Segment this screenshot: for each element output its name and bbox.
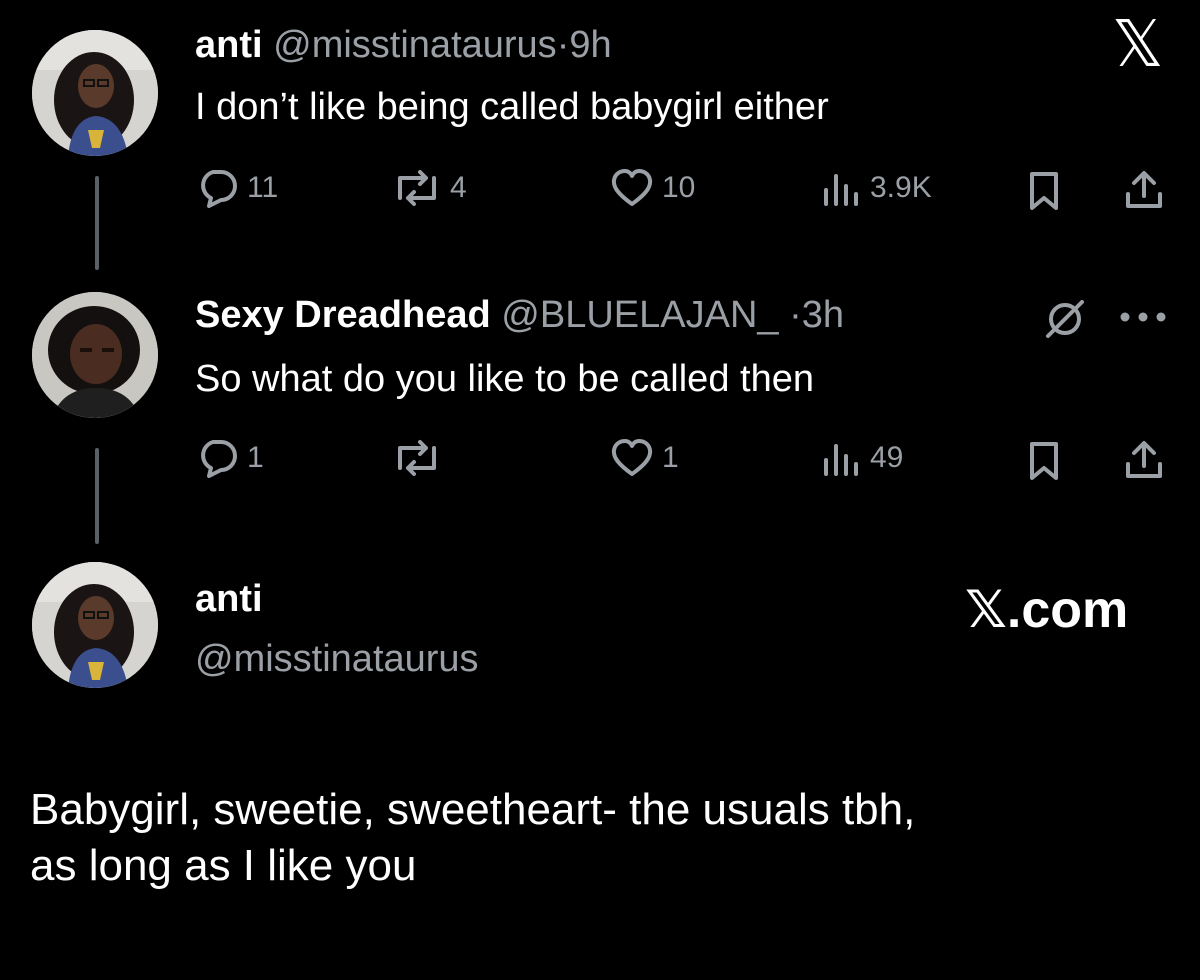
reply-count: 1 <box>247 441 264 474</box>
separator-dot: · <box>789 294 802 336</box>
reply-icon <box>201 440 237 478</box>
avatar-sexy-dreadhead[interactable] <box>32 292 158 418</box>
quote-text: Babygirl, sweetie, sweetheart- the usual… <box>30 782 1180 894</box>
author-name[interactable]: anti <box>195 578 263 621</box>
tweet-2-header: Sexy Dreadhead @BLUELAJAN_ ·3h <box>195 294 844 337</box>
grok-button[interactable] <box>1042 296 1088 342</box>
views-icon <box>824 444 858 476</box>
share-button[interactable] <box>1122 168 1166 212</box>
author-name[interactable]: anti <box>195 24 263 66</box>
brand-xcom: 𝕏.com <box>965 581 1129 639</box>
views-button[interactable]: 3.9K <box>818 168 932 208</box>
like-count: 1 <box>662 441 679 474</box>
more-icon <box>1120 312 1166 322</box>
reply-icon <box>201 170 237 208</box>
bookmark-icon <box>1030 172 1058 210</box>
quote-text-line-2: as long as I like you <box>30 841 417 890</box>
like-button[interactable]: 10 <box>610 168 695 208</box>
repost-icon <box>398 440 436 476</box>
like-icon <box>611 169 653 206</box>
quote-post[interactable]: anti @misstinataurus 𝕏.com Babygirl, swe… <box>0 550 1200 980</box>
thread-line <box>95 176 99 270</box>
avatar-anti[interactable] <box>32 30 158 156</box>
tweet-1: anti @misstinataurus·9h I don’t like bei… <box>0 0 1200 280</box>
views-count: 49 <box>870 441 904 474</box>
separator-dot: · <box>556 24 570 66</box>
bookmark-icon <box>1030 442 1058 480</box>
repost-count: 4 <box>450 171 467 204</box>
bookmark-button[interactable] <box>1026 440 1062 482</box>
like-button[interactable]: 1 <box>610 438 679 478</box>
views-button[interactable]: 49 <box>818 438 903 478</box>
timestamp[interactable]: 9h <box>569 24 611 66</box>
like-count: 10 <box>662 171 696 204</box>
timestamp[interactable]: 3h <box>802 294 844 336</box>
share-icon <box>1126 441 1162 478</box>
repost-button[interactable]: 4 <box>392 168 467 208</box>
reply-button[interactable]: 11 <box>195 168 278 208</box>
reply-count: 11 <box>247 171 279 204</box>
views-icon <box>824 174 858 206</box>
views-count: 3.9K <box>870 171 932 204</box>
reply-button[interactable]: 1 <box>195 438 264 478</box>
more-button[interactable] <box>1118 310 1168 324</box>
author-handle[interactable]: @misstinataurus <box>273 24 557 66</box>
share-button[interactable] <box>1122 438 1166 482</box>
avatar-anti[interactable] <box>32 562 158 688</box>
quote-text-line-1: Babygirl, sweetie, sweetheart- the usual… <box>30 785 916 834</box>
grok-icon <box>1046 300 1084 338</box>
tweet-2: Sexy Dreadhead @BLUELAJAN_ ·3h So what d… <box>0 280 1200 550</box>
author-handle[interactable]: @misstinataurus <box>195 638 479 681</box>
repost-icon <box>398 170 436 206</box>
tweet-1-text: I don’t like being called babygirl eithe… <box>195 86 829 128</box>
author-name[interactable]: Sexy Dreadhead <box>195 294 491 336</box>
author-handle[interactable]: @BLUELAJAN_ <box>501 294 778 336</box>
share-icon <box>1126 171 1162 208</box>
bookmark-button[interactable] <box>1026 170 1062 212</box>
tweet-1-header: anti @misstinataurus·9h <box>195 24 612 67</box>
repost-button[interactable] <box>392 438 450 478</box>
thread-line <box>95 448 99 544</box>
like-icon <box>611 439 653 476</box>
tweet-2-text: So what do you like to be called then <box>195 358 814 400</box>
